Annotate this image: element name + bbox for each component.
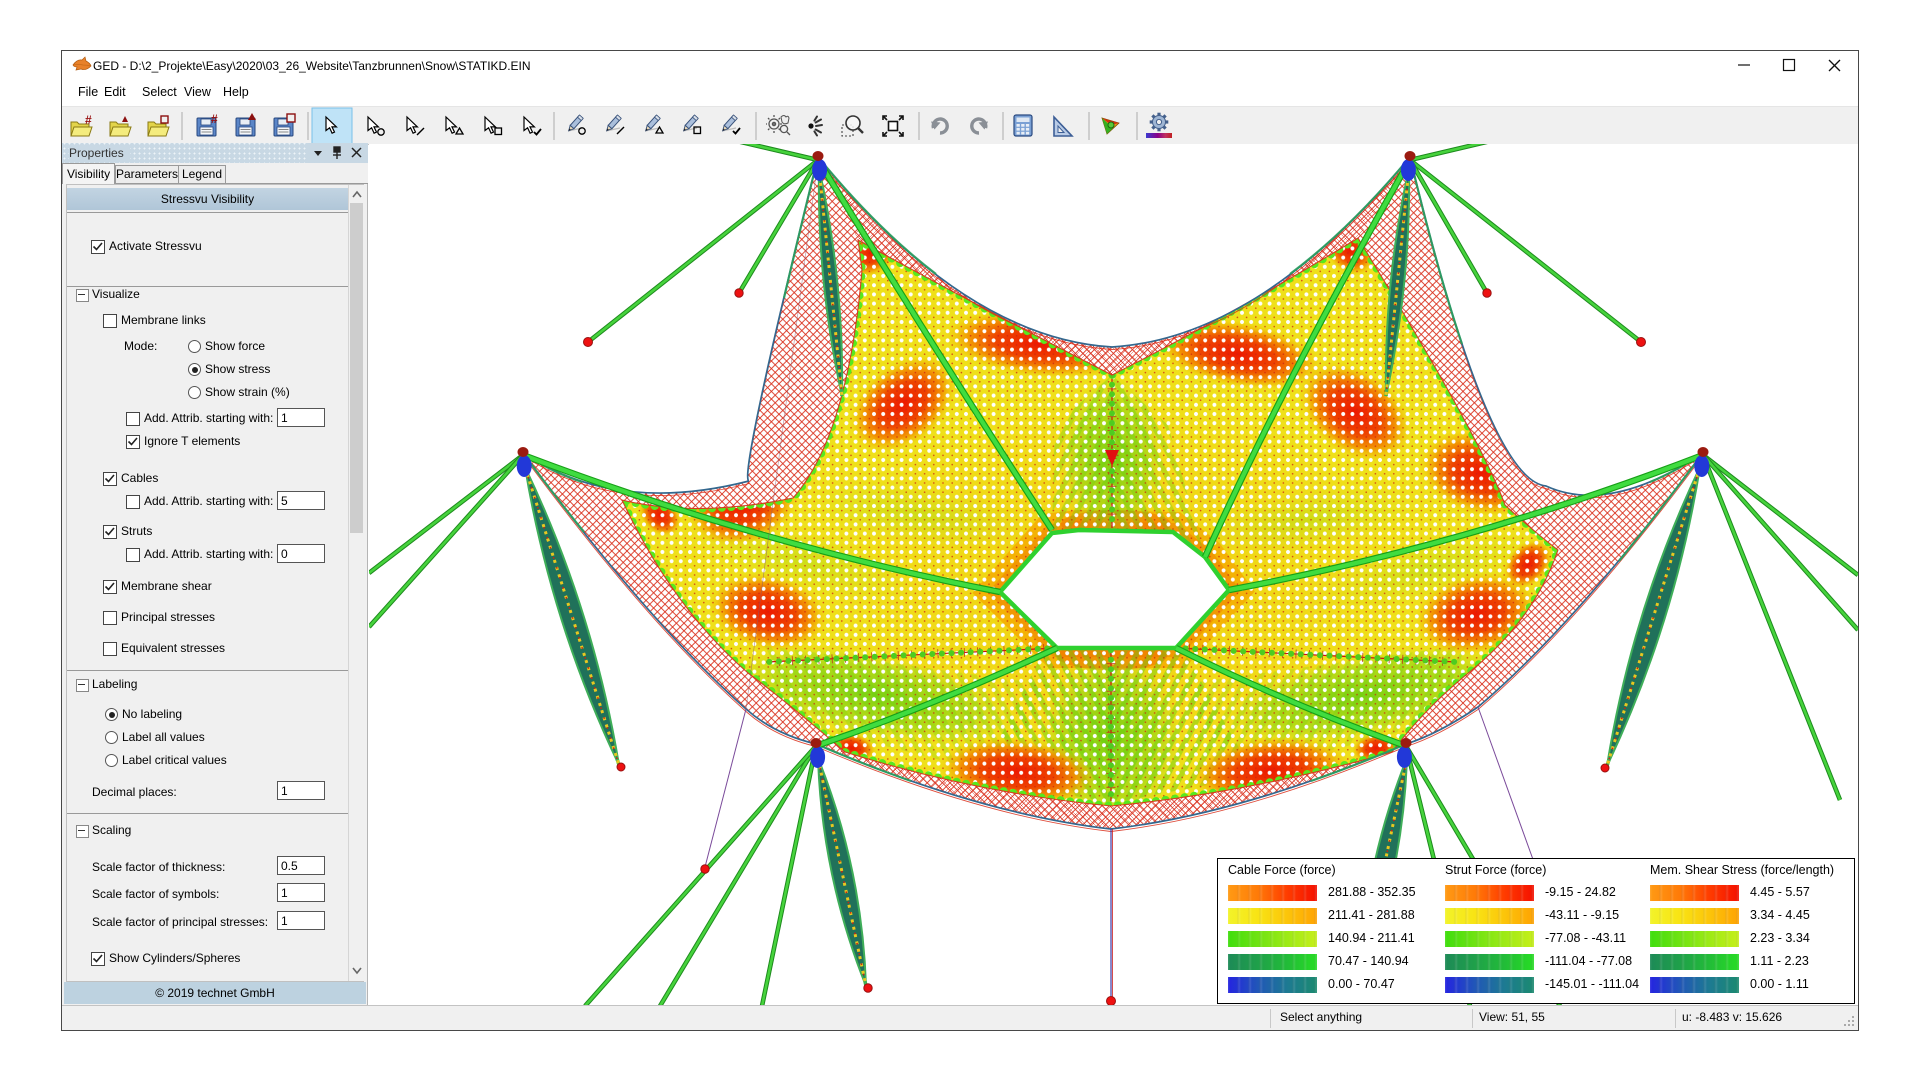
svg-text:#: #	[85, 113, 92, 127]
svg-text:#: #	[211, 112, 218, 126]
